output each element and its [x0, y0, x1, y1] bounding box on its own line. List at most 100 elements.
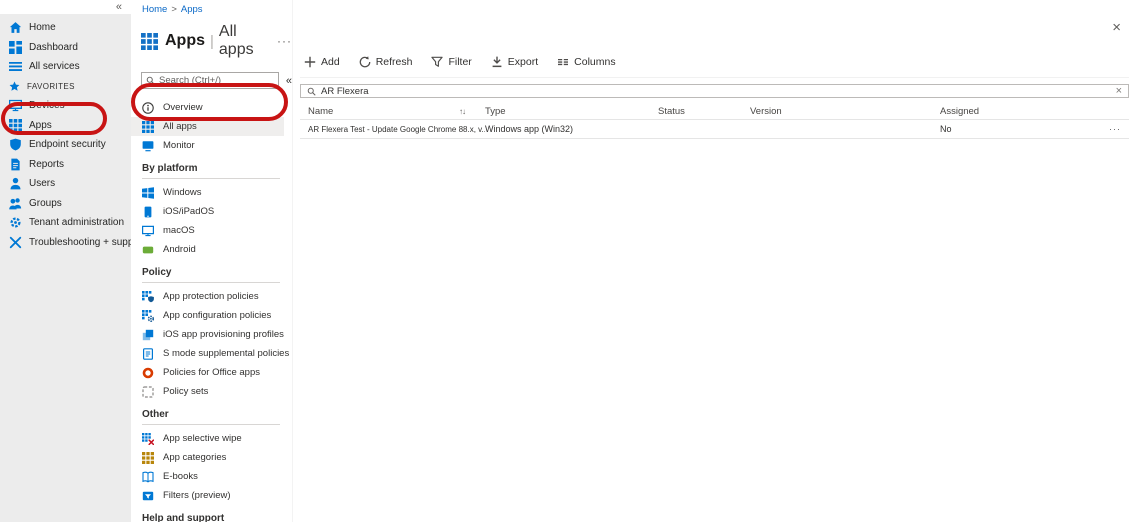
menu-item-app-selective-wipe[interactable]: App selective wipe — [131, 429, 292, 448]
all-services-icon — [9, 60, 22, 73]
filter-button[interactable]: Filter — [431, 56, 471, 68]
sidebar-item-tenant-administration[interactable]: Tenant administration — [0, 213, 131, 233]
breadcrumb-home-link[interactable]: Home — [142, 4, 167, 15]
close-blade-icon[interactable]: × — [1112, 19, 1121, 36]
categories-grid-icon — [142, 452, 154, 464]
menu-item-label: Android — [163, 244, 196, 255]
menu-item-android[interactable]: Android — [131, 240, 292, 259]
menu-item-label: App selective wipe — [163, 433, 242, 444]
column-header-version[interactable]: Version — [750, 106, 940, 117]
sidebar-item-apps[interactable]: Apps — [0, 116, 131, 136]
column-header-name[interactable]: Name ↑↓ — [300, 106, 485, 117]
page-title-separator: | — [210, 33, 214, 50]
filter-funnel-icon — [431, 56, 443, 68]
menu-item-label: App protection policies — [163, 291, 259, 302]
troubleshoot-icon — [9, 236, 22, 249]
sidebar-item-all-services[interactable]: All services — [0, 57, 131, 77]
add-button[interactable]: Add — [304, 56, 340, 68]
menu-item-label: Windows — [163, 187, 202, 198]
sidebar-item-home[interactable]: Home — [0, 18, 131, 38]
menu-item-label: Policy sets — [163, 386, 208, 397]
apps-grid-icon — [142, 121, 154, 133]
column-header-type[interactable]: Type — [485, 106, 658, 117]
menu-item-ios-app-provisioning-profiles[interactable]: iOS app provisioning profiles — [131, 325, 292, 344]
user-icon — [9, 177, 22, 190]
menu-item-ios-ipados[interactable]: iOS/iPadOS — [131, 202, 292, 221]
menu-item-monitor[interactable]: Monitor — [131, 136, 292, 155]
menu-item-label: Policies for Office apps — [163, 367, 260, 378]
menu-item-filters-preview[interactable]: Filters (preview) — [131, 486, 292, 505]
app-filter-input[interactable] — [321, 86, 1111, 97]
menu-item-app-protection-policies[interactable]: App protection policies — [131, 287, 292, 306]
sidebar-top-bar: « — [0, 0, 131, 14]
gear-icon — [9, 216, 22, 229]
intune-admin-screen: « Home Dashboard All services FAVORITES … — [0, 0, 1134, 522]
sidebar-item-endpoint-security[interactable]: Endpoint security — [0, 135, 131, 155]
menu-group-heading-by-platform: By platform — [142, 163, 292, 178]
menu-item-policies-for-office-apps[interactable]: Policies for Office apps — [131, 363, 292, 382]
export-button[interactable]: Export — [491, 56, 538, 68]
plus-icon — [304, 56, 316, 68]
divider — [142, 282, 280, 283]
menu-item-windows[interactable]: Windows — [131, 183, 292, 202]
export-icon — [491, 56, 503, 68]
menu-item-app-configuration-policies[interactable]: App configuration policies — [131, 306, 292, 325]
menu-item-label: Monitor — [163, 140, 195, 151]
sidebar-item-label: Endpoint security — [29, 139, 106, 150]
menu-item-overview[interactable]: Overview — [131, 98, 292, 117]
grid-shield-icon — [142, 291, 154, 303]
app-name-cell[interactable]: AR Flexera Test - Update Google Chrome 8… — [300, 125, 485, 134]
command-label: Filter — [448, 56, 471, 68]
windows-icon — [142, 187, 154, 199]
dashboard-icon — [9, 41, 22, 54]
menu-search-input[interactable] — [159, 75, 274, 86]
info-icon — [142, 102, 154, 114]
sidebar-item-reports[interactable]: Reports — [0, 155, 131, 175]
columns-button[interactable]: Columns — [557, 56, 615, 68]
apps-grid-icon — [9, 119, 22, 132]
divider — [142, 178, 280, 179]
column-label: Name — [308, 106, 333, 117]
sidebar-item-dashboard[interactable]: Dashboard — [0, 38, 131, 58]
title-more-button[interactable]: ··· — [277, 34, 292, 48]
content-pane: × Add Refresh Filter Export Columns — [293, 0, 1134, 522]
menu-item-macos[interactable]: macOS — [131, 221, 292, 240]
menu-item-e-books[interactable]: E-books — [131, 467, 292, 486]
sidebar-item-users[interactable]: Users — [0, 174, 131, 194]
menu-item-all-apps[interactable]: All apps — [131, 117, 284, 136]
refresh-icon — [359, 56, 371, 68]
columns-icon — [557, 56, 569, 68]
table-row[interactable]: AR Flexera Test - Update Google Chrome 8… — [300, 120, 1129, 139]
menu-item-label: macOS — [163, 225, 195, 236]
office-icon — [142, 367, 154, 379]
sidebar-item-devices[interactable]: Devices — [0, 96, 131, 116]
column-header-assigned[interactable]: Assigned — [940, 106, 1089, 117]
menu-group-heading-help-and-support: Help and support — [142, 513, 292, 522]
menu-item-s-mode-supplemental-policies[interactable]: S mode supplemental policies — [131, 344, 292, 363]
menu-collapse-icon[interactable]: « — [286, 75, 292, 87]
menu-item-policy-sets[interactable]: Policy sets — [131, 382, 292, 401]
page-title-secondary: All apps — [219, 23, 264, 59]
grid-x-icon — [142, 433, 154, 445]
sidebar-collapse-icon[interactable]: « — [116, 2, 122, 13]
sidebar-item-label: Tenant administration — [29, 217, 124, 228]
apps-grid-icon — [141, 33, 158, 50]
row-context-menu-icon[interactable]: ··· — [1089, 124, 1129, 134]
sidebar-item-troubleshooting-support[interactable]: Troubleshooting + support — [0, 233, 131, 253]
breadcrumb-apps-link[interactable]: Apps — [181, 4, 203, 15]
sidebar-section-label: FAVORITES — [27, 82, 75, 91]
sidebar-item-groups[interactable]: Groups — [0, 194, 131, 214]
sidebar-item-label: Groups — [29, 198, 62, 209]
sidebar-section-favorites: FAVORITES — [0, 77, 131, 97]
menu-search-box — [141, 72, 279, 89]
column-header-status[interactable]: Status — [658, 106, 750, 117]
refresh-button[interactable]: Refresh — [359, 56, 413, 68]
command-bar: Add Refresh Filter Export Columns — [304, 53, 616, 71]
sidebar-item-label: Apps — [29, 120, 52, 131]
menu-item-app-categories[interactable]: App categories — [131, 448, 292, 467]
sidebar-item-label: Dashboard — [29, 42, 78, 53]
clear-filter-icon[interactable]: × — [1116, 86, 1122, 97]
sort-icons[interactable]: ↑↓ — [459, 107, 465, 116]
divider — [300, 77, 1129, 78]
page-title-primary: Apps — [165, 32, 205, 50]
